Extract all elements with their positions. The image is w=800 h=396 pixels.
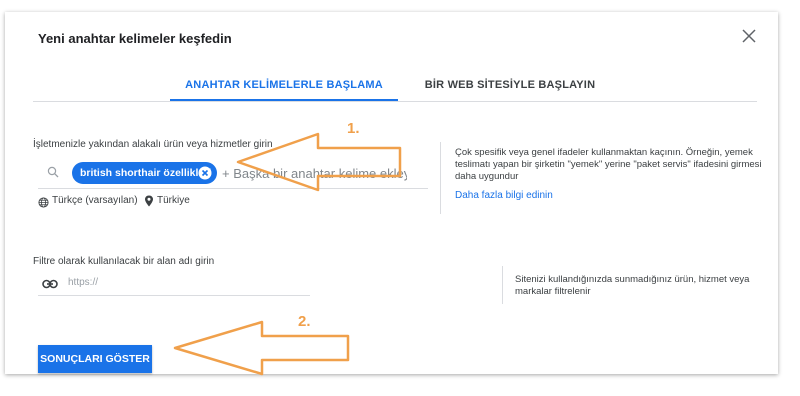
keyword-discovery-dialog: Yeni anahtar kelimeler keşfedin ANAHTAR … (5, 12, 778, 374)
annotation-step-1: 1. (347, 120, 360, 137)
annotation-step-2: 2. (298, 313, 311, 330)
help-divider (440, 142, 441, 214)
keywords-help-text: Çok spesifik veya genel ifadeler kullanm… (455, 147, 762, 182)
dialog-title: Yeni anahtar kelimeler keşfedin (38, 31, 232, 46)
filter-help-text: Sitenizi kullandığınızda sunmadığınız ür… (515, 274, 750, 297)
keyword-input-underline (38, 188, 428, 189)
globe-icon (38, 195, 49, 208)
location-pin-icon (144, 194, 154, 207)
show-results-button[interactable]: SONUÇLARI GÖSTER (38, 345, 152, 373)
learn-more-link[interactable]: Daha fazla bilgi edinin (455, 190, 553, 201)
tabs-divider (33, 101, 757, 102)
filter-label: Filtre olarak kullanılacak bir alan adı … (33, 256, 215, 267)
help-divider (502, 266, 503, 304)
tab-keywords[interactable]: ANAHTAR KELİMELERLE BAŞLAMA (170, 79, 398, 91)
keywords-label: İşletmenizle yakından alakalı ürün veya … (33, 139, 273, 150)
tab-website[interactable]: BİR WEB SİTESİYLE BAŞLAYIN (400, 79, 620, 91)
domain-filter-input[interactable] (68, 274, 288, 290)
language-selector[interactable]: Türkçe (varsayılan) (52, 195, 138, 206)
keyword-chip[interactable]: british shorthair özellikleri (72, 162, 217, 184)
location-selector[interactable]: Türkiye (157, 195, 190, 206)
remove-chip-icon[interactable] (198, 166, 212, 180)
domain-input-underline (38, 295, 310, 296)
keyword-chip-label: british shorthair özellikleri (80, 167, 212, 179)
link-icon (42, 276, 58, 289)
keyword-input[interactable] (222, 163, 407, 183)
close-icon[interactable] (741, 28, 757, 44)
search-icon (47, 165, 59, 178)
